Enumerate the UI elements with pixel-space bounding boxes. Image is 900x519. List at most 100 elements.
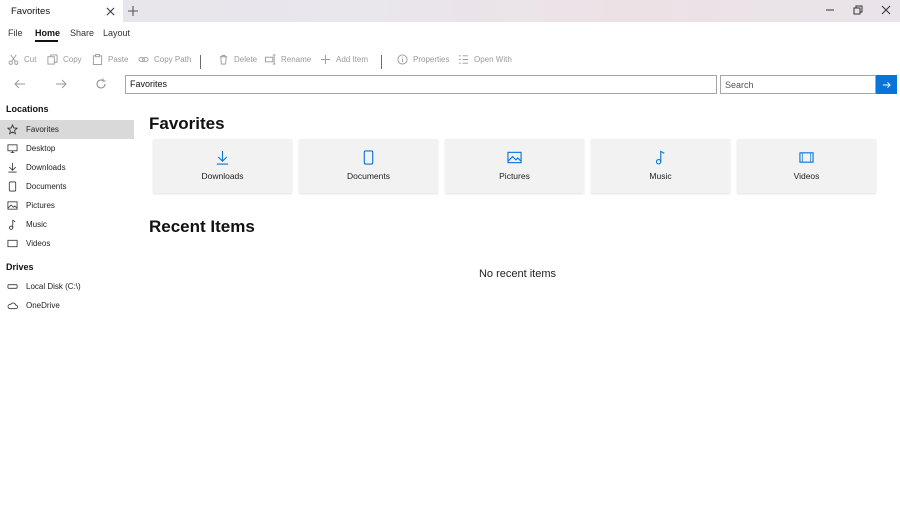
card-label: Downloads: [201, 171, 244, 181]
music-icon: [655, 150, 665, 165]
close-icon[interactable]: [103, 4, 117, 18]
menu-bar: File Home Share Layout: [0, 22, 900, 44]
link-icon: [138, 57, 149, 62]
toolbar-divider: [381, 55, 382, 69]
refresh-icon: [96, 78, 106, 89]
delete-label: Delete: [234, 55, 258, 64]
sidebar-item-desktop[interactable]: Desktop: [0, 139, 134, 158]
add-item-label: Add Item: [336, 55, 369, 64]
menu-file[interactable]: File: [8, 28, 23, 38]
plus-icon: [320, 54, 331, 65]
forward-button[interactable]: [53, 77, 69, 91]
document-icon: [363, 150, 374, 165]
sidebar-item-videos[interactable]: Videos: [0, 234, 134, 253]
card-label: Documents: [347, 171, 390, 181]
copy-button[interactable]: Copy: [47, 54, 82, 65]
active-tab-indicator: [35, 40, 58, 42]
paste-label: Paste: [108, 55, 129, 64]
trash-icon: [219, 54, 228, 65]
menu-share[interactable]: Share: [70, 28, 94, 38]
arrow-right-icon: [56, 79, 67, 89]
sidebar-item-label: Favorites: [26, 125, 59, 134]
sidebar-item-label: Local Disk (C:\): [26, 282, 81, 291]
rename-button[interactable]: Rename: [265, 54, 311, 65]
card-pictures[interactable]: Pictures: [445, 139, 584, 193]
sidebar-item-label: Downloads: [26, 163, 66, 172]
star-icon: [7, 124, 18, 135]
recent-items-title: Recent Items: [149, 217, 255, 236]
minimize-icon[interactable]: [822, 3, 838, 17]
sidebar-item-label: Documents: [26, 182, 67, 191]
command-toolbar: Cut Copy Paste Copy Path Delete Rename A…: [0, 50, 900, 70]
desktop-icon: [7, 144, 18, 154]
back-button[interactable]: [12, 77, 28, 91]
info-icon: [397, 54, 408, 65]
window-close-icon[interactable]: [878, 3, 894, 17]
title-bar: Favorites: [0, 0, 900, 22]
open-with-icon: [458, 55, 469, 64]
sidebar-item-documents[interactable]: Documents: [0, 177, 134, 196]
sidebar-item-music[interactable]: Music: [0, 215, 134, 234]
card-label: Pictures: [499, 171, 530, 181]
sidebar-item-label: Pictures: [26, 201, 55, 210]
paste-button[interactable]: Paste: [92, 54, 128, 65]
sidebar-heading-locations: Locations: [6, 104, 49, 114]
new-tab-button[interactable]: [126, 4, 140, 18]
copy-label: Copy: [63, 55, 82, 64]
properties-button[interactable]: Properties: [397, 54, 449, 65]
picture-icon: [507, 151, 522, 164]
sidebar-item-label: OneDrive: [26, 301, 60, 310]
menu-layout[interactable]: Layout: [103, 28, 130, 38]
music-icon: [9, 219, 16, 230]
video-icon: [799, 152, 814, 163]
sidebar-item-pictures[interactable]: Pictures: [0, 196, 134, 215]
rename-label: Rename: [281, 55, 312, 64]
sidebar-item-local-disk[interactable]: Local Disk (C:\): [0, 277, 134, 296]
delete-button[interactable]: Delete: [218, 54, 257, 65]
arrow-left-icon: [14, 79, 25, 89]
menu-home[interactable]: Home: [35, 28, 60, 38]
open-with-label: Open With: [474, 55, 512, 64]
sidebar-item-label: Desktop: [26, 144, 56, 153]
video-icon: [7, 239, 18, 248]
card-label: Music: [649, 171, 672, 181]
tab-title: Favorites: [11, 5, 51, 17]
picture-icon: [7, 201, 18, 210]
tab-favorites[interactable]: Favorites: [0, 0, 123, 22]
sidebar-item-label: Videos: [26, 239, 51, 248]
recent-items-empty-message: No recent items: [478, 268, 557, 280]
card-label: Videos: [793, 171, 820, 181]
card-downloads[interactable]: Downloads: [153, 139, 292, 193]
card-videos[interactable]: Videos: [737, 139, 876, 193]
search-submit-button[interactable]: [876, 75, 897, 94]
search-input[interactable]: [720, 75, 876, 94]
properties-label: Properties: [413, 55, 450, 64]
refresh-button[interactable]: [93, 77, 109, 91]
copy-path-label: Copy Path: [154, 55, 192, 64]
card-documents[interactable]: Documents: [299, 139, 438, 193]
drive-icon: [7, 284, 18, 289]
sidebar-item-downloads[interactable]: Downloads: [0, 158, 134, 177]
arrow-right-icon: [882, 81, 891, 88]
card-music[interactable]: Music: [591, 139, 730, 193]
sidebar-item-onedrive[interactable]: OneDrive: [0, 296, 134, 315]
paste-icon: [92, 54, 103, 65]
download-icon: [8, 162, 17, 173]
copy-icon: [47, 54, 58, 65]
download-icon: [216, 150, 229, 165]
sidebar-item-label: Music: [26, 220, 47, 229]
open-with-button[interactable]: Open With: [458, 54, 512, 65]
restore-icon[interactable]: [850, 3, 866, 17]
copy-path-button[interactable]: Copy Path: [138, 54, 191, 65]
favorites-title: Favorites: [149, 114, 225, 133]
cut-button[interactable]: Cut: [8, 54, 36, 65]
cloud-icon: [7, 302, 18, 310]
sidebar-heading-drives: Drives: [6, 262, 34, 272]
address-bar[interactable]: Favorites: [125, 75, 717, 94]
sidebar-item-favorites[interactable]: Favorites: [0, 120, 134, 139]
rename-icon: [265, 54, 276, 65]
add-item-button[interactable]: Add Item: [320, 54, 368, 65]
document-icon: [8, 181, 17, 192]
toolbar-divider: [200, 55, 201, 69]
cut-icon: [8, 54, 19, 65]
